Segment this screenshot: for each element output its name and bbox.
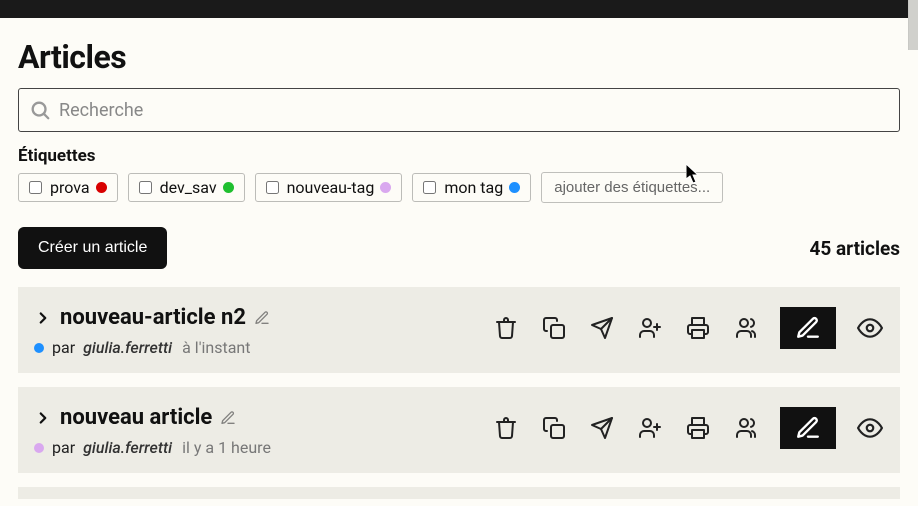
by-label: par <box>52 338 75 357</box>
chevron-right-icon[interactable] <box>34 409 52 427</box>
add-user-icon[interactable] <box>636 314 664 342</box>
timestamp: à l'instant <box>182 338 250 357</box>
delete-icon[interactable] <box>492 414 520 442</box>
timestamp: il y a 1 heure <box>182 438 271 457</box>
tag-color-dot <box>34 443 44 453</box>
chevron-right-icon[interactable] <box>34 309 52 327</box>
users-icon[interactable] <box>732 414 760 442</box>
article-title[interactable]: nouveau article <box>60 405 212 430</box>
author-name: giulia.ferretti <box>83 438 172 457</box>
search-placeholder: Recherche <box>59 100 889 121</box>
tag-color-dot <box>380 182 391 193</box>
users-icon[interactable] <box>732 314 760 342</box>
search-input[interactable]: Recherche <box>18 88 900 132</box>
edit-title-icon[interactable] <box>220 410 236 426</box>
tag-chip-mon-tag[interactable]: mon tag <box>412 173 531 202</box>
tags-row: prova dev_sav nouveau-tag mon tag ajoute… <box>18 172 900 203</box>
article-card <box>18 487 900 499</box>
article-actions <box>492 305 884 349</box>
tag-color-dot <box>96 182 107 193</box>
tag-chip-prova[interactable]: prova <box>18 173 118 202</box>
article-meta: par giulia.ferretti à l'instant <box>34 338 270 357</box>
tag-checkbox[interactable] <box>423 181 436 194</box>
tags-section-label: Étiquettes <box>18 146 900 166</box>
tag-label: dev_sav <box>160 178 217 197</box>
scrollbar[interactable] <box>908 0 918 50</box>
tag-color-dot <box>223 182 234 193</box>
tag-label: prova <box>50 178 90 197</box>
search-icon <box>29 99 51 121</box>
edit-button[interactable] <box>780 307 836 349</box>
author-name: giulia.ferretti <box>83 338 172 357</box>
tag-color-dot <box>509 182 520 193</box>
add-tags-button[interactable]: ajouter des étiquettes... <box>541 172 723 203</box>
duplicate-icon[interactable] <box>540 414 568 442</box>
edit-title-icon[interactable] <box>254 310 270 326</box>
tag-checkbox[interactable] <box>266 181 279 194</box>
print-icon[interactable] <box>684 314 712 342</box>
window-titlebar <box>0 0 918 18</box>
page-title: Articles <box>18 38 900 76</box>
duplicate-icon[interactable] <box>540 314 568 342</box>
article-card: nouveau article par giulia.ferretti il y… <box>18 387 900 473</box>
preview-icon[interactable] <box>856 414 884 442</box>
preview-icon[interactable] <box>856 314 884 342</box>
send-icon[interactable] <box>588 314 616 342</box>
tag-chip-nouveau-tag[interactable]: nouveau-tag <box>255 173 403 202</box>
tag-chip-dev-sav[interactable]: dev_sav <box>128 173 245 202</box>
add-user-icon[interactable] <box>636 414 664 442</box>
article-count: 45 articles <box>809 237 900 260</box>
article-card: nouveau-article n2 par giulia.ferretti à… <box>18 287 900 373</box>
tag-checkbox[interactable] <box>29 181 42 194</box>
send-icon[interactable] <box>588 414 616 442</box>
article-meta: par giulia.ferretti il y a 1 heure <box>34 438 271 457</box>
edit-button[interactable] <box>780 407 836 449</box>
tag-checkbox[interactable] <box>139 181 152 194</box>
tag-label: nouveau-tag <box>287 178 375 197</box>
article-actions <box>492 405 884 449</box>
create-article-button[interactable]: Créer un article <box>18 227 167 269</box>
delete-icon[interactable] <box>492 314 520 342</box>
article-title[interactable]: nouveau-article n2 <box>60 305 246 330</box>
by-label: par <box>52 438 75 457</box>
tag-label: mon tag <box>444 178 503 197</box>
print-icon[interactable] <box>684 414 712 442</box>
tag-color-dot <box>34 343 44 353</box>
